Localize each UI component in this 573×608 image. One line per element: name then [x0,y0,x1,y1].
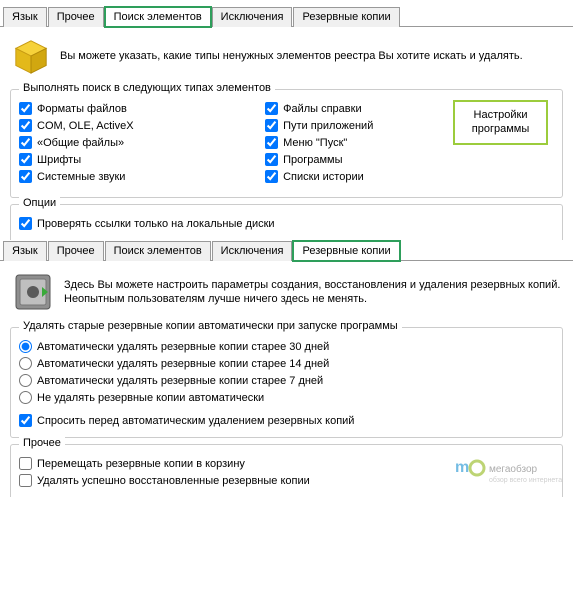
program-settings-button[interactable]: Настройки программы [453,100,548,145]
tab2-language[interactable]: Язык [3,241,47,261]
cb-file-formats[interactable] [19,102,32,115]
cb-shared-label: «Общие файлы» [37,137,124,149]
tab2-search-elements[interactable]: Поиск элементов [105,241,211,261]
group-options: Опции Проверять ссылки только на локальн… [10,204,563,240]
group-search-types-legend: Выполнять поиск в следующих типах элемен… [19,82,275,94]
tab-search-elements[interactable]: Поиск элементов [105,7,211,27]
cb-fonts-row[interactable]: Шрифты [19,151,265,168]
cb-delok[interactable] [19,474,32,487]
rno-label: Не удалять резервные копии автоматически [37,392,264,404]
cb-ask-row[interactable]: Спросить перед автоматическим удалением … [19,412,554,429]
cb-shared[interactable] [19,136,32,149]
radio-nodelete[interactable] [19,391,32,404]
cb-ask[interactable] [19,414,32,427]
tabs-pane1: Язык Прочее Поиск элементов Исключения Р… [0,6,573,27]
cb-localonly[interactable] [19,217,32,230]
cb-programs-label: Программы [283,154,342,166]
watermark: m мегаобзор обзор всего интернета [455,458,565,489]
svg-text:обзор всего интернета: обзор всего интернета [489,476,562,484]
svg-text:m: m [455,459,469,476]
svg-text:мегаобзор: мегаобзор [489,463,538,475]
intro-text: Вы можете указать, какие типы ненужных э… [60,49,523,63]
r14-label: Автоматически удалять резервные копии ст… [37,358,329,370]
tab2-exclusions[interactable]: Исключения [212,241,293,261]
cb-com[interactable] [19,119,32,132]
tab-backups[interactable]: Резервные копии [293,7,399,27]
tab2-backups[interactable]: Резервные копии [293,241,399,261]
r30-row[interactable]: Автоматически удалять резервные копии ст… [19,338,554,355]
tab-exclusions[interactable]: Исключения [212,7,293,27]
cb-file-formats-label: Форматы файлов [37,103,127,115]
cb-fonts[interactable] [19,153,32,166]
r14-row[interactable]: Автоматически удалять резервные копии ст… [19,355,554,372]
r30-label: Автоматически удалять резервные копии ст… [37,341,329,353]
cb-trash-label: Перемещать резервные копии в корзину [37,458,245,470]
cb-sounds-label: Системные звуки [37,171,125,183]
cb-fonts-label: Шрифты [37,154,81,166]
group-autodelete-legend: Удалять старые резервные копии автоматич… [19,320,402,332]
cb-localonly-label: Проверять ссылки только на локальные дис… [37,218,275,230]
radio-30days[interactable] [19,340,32,353]
rno-row[interactable]: Не удалять резервные копии автоматически [19,389,554,406]
tabs-pane2: Язык Прочее Поиск элементов Исключения Р… [0,240,573,261]
group-other2-legend: Прочее [19,437,65,449]
r7-row[interactable]: Автоматически удалять резервные копии ст… [19,372,554,389]
cb-localonly-row[interactable]: Проверять ссылки только на локальные дис… [19,215,554,232]
cb-history-row[interactable]: Списки истории [265,168,511,185]
group-search-types: Выполнять поиск в следующих типах элемен… [10,89,563,198]
cb-sounds[interactable] [19,170,32,183]
group-options-legend: Опции [19,197,60,209]
cb-programs-row[interactable]: Программы [265,151,511,168]
radio-7days[interactable] [19,374,32,387]
cb-history-label: Списки истории [283,171,364,183]
cb-help-label: Файлы справки [283,103,362,115]
tab-language[interactable]: Язык [3,7,47,27]
cb-file-formats-row[interactable]: Форматы файлов [19,100,265,117]
safe-icon [12,271,54,313]
r7-label: Автоматически удалять резервные копии ст… [37,375,323,387]
box-icon [12,37,50,75]
cb-startmenu-label: Меню "Пуск" [283,137,347,149]
cb-com-row[interactable]: COM, OLE, ActiveX [19,117,265,134]
cb-trash[interactable] [19,457,32,470]
cb-shared-row[interactable]: «Общие файлы» [19,134,265,151]
tab-other[interactable]: Прочее [48,7,104,27]
cb-ask-label: Спросить перед автоматическим удалением … [37,415,354,427]
cb-com-label: COM, OLE, ActiveX [37,120,134,132]
cb-paths[interactable] [265,119,278,132]
cb-programs[interactable] [265,153,278,166]
cb-history[interactable] [265,170,278,183]
cb-help[interactable] [265,102,278,115]
intro2-text: Здесь Вы можете настроить параметры созд… [64,278,561,307]
cb-paths-label: Пути приложений [283,120,373,132]
intro-row: Вы можете указать, какие типы ненужных э… [0,27,573,83]
cb-delok-label: Удалять успешно восстановленные резервны… [37,475,310,487]
tab2-other[interactable]: Прочее [48,241,104,261]
cb-startmenu[interactable] [265,136,278,149]
radio-14days[interactable] [19,357,32,370]
intro2-row: Здесь Вы можете настроить параметры созд… [0,261,573,321]
group-autodelete: Удалять старые резервные копии автоматич… [10,327,563,438]
cb-sounds-row[interactable]: Системные звуки [19,168,265,185]
